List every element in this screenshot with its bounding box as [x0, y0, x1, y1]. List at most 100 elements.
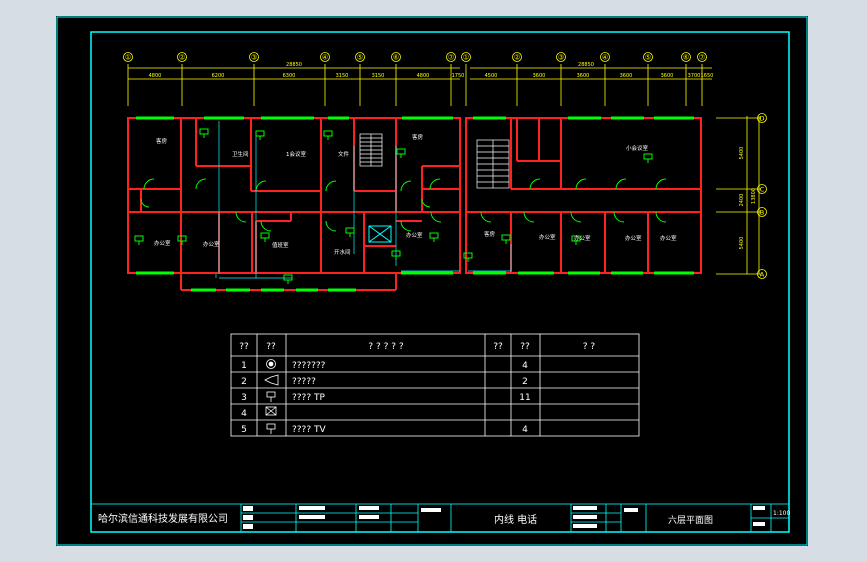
axis-label: ⑦ [448, 54, 454, 62]
dimension-label: 3600 [620, 73, 633, 79]
tv-outlet-icon [266, 423, 276, 434]
room-label: 客房 [156, 137, 168, 145]
room-label: 值班室 [272, 241, 289, 249]
axis-label: ⑥ [683, 54, 689, 62]
axis-bubble: ② [512, 52, 522, 62]
legend-row-count: 11 [519, 393, 530, 403]
legend-row-number: 4 [241, 409, 247, 419]
dimension-label: 3700 [688, 73, 701, 79]
dimension-total-left: 28850 [286, 62, 302, 68]
legend-row-count: 2 [522, 377, 528, 387]
axis-bubbles-top: ① ② ③ ④ ⑤ ⑥ ⑦ ① ② ③ ④ ⑤ ⑥ ⑦ [123, 52, 707, 62]
axis-bubble: ② [177, 52, 187, 62]
dimension-label: 4500 [485, 73, 498, 79]
room-label: 办公室 [539, 233, 556, 241]
legend-row-number: 1 [241, 361, 247, 371]
axis-label: ① [125, 54, 131, 62]
axis-bubble: ⑦ [446, 52, 456, 62]
legend-header: ? ? [583, 342, 596, 352]
axis-bubble: ① [123, 52, 133, 62]
legend-header: ?? [493, 342, 503, 352]
legend-header: ?? [239, 342, 249, 352]
floor-plan-drawing: ① ② ③ ④ ⑤ ⑥ ⑦ ① ② ③ ④ ⑤ ⑥ ⑦ D C B A 28850 28850 4800 6200 63… [56, 16, 808, 546]
legend-row-name: ???? TV [292, 425, 326, 435]
legend-header: ?? [520, 342, 530, 352]
right-wiring [468, 244, 512, 272]
axis-bubble: ③ [556, 52, 566, 62]
legend-row-number: 3 [241, 393, 247, 403]
room-label: 客房 [412, 133, 424, 141]
legend-row-count: 4 [522, 425, 528, 435]
left-windows [136, 116, 453, 292]
dimension-label: 1750 [452, 73, 465, 79]
axis-bubble: ④ [600, 52, 610, 62]
dimension-label: 1650 [701, 73, 714, 79]
speaker-icon [266, 359, 276, 369]
axis-label: A [760, 271, 765, 279]
legend-row-number: 2 [241, 377, 247, 387]
right-building-walls [465, 117, 702, 274]
dimension-label: 3150 [336, 73, 349, 79]
dimension-label: 4800 [417, 73, 430, 79]
axis-label: B [760, 209, 764, 217]
axis-label: C [760, 186, 765, 194]
dimension-label: 5400 [739, 147, 745, 160]
legend-header: ? ? ? ? ? [368, 342, 404, 352]
legend-row-name: ????? [292, 377, 316, 387]
company-name: 哈尔滨信通科技发展有限公司 [98, 512, 228, 525]
legend-header: ?? [266, 342, 276, 352]
legend-row-name: ??????? [292, 361, 326, 371]
axis-label: ② [514, 54, 520, 62]
axis-bubble: ⑦ [697, 52, 707, 62]
junction-box-icon [265, 406, 277, 416]
sheet-name: 六层平面图 [668, 514, 713, 526]
scale-value: 1:100 [773, 510, 790, 517]
dimension-label: 3600 [661, 73, 674, 79]
dimension-label: 6200 [212, 73, 225, 79]
axis-label: D [759, 115, 764, 123]
cad-viewport[interactable]: ① ② ③ ④ ⑤ ⑥ ⑦ ① ② ③ ④ ⑤ ⑥ ⑦ D C B A 28850 28850 4800 6200 63… [56, 16, 808, 546]
dimension-total-vertical: 13800 [751, 188, 757, 204]
legend-row-count: 4 [522, 361, 528, 371]
right-windows [473, 116, 694, 275]
axis-label: ④ [602, 54, 608, 62]
axis-label: ⑤ [357, 54, 363, 62]
room-label: 小会议室 [626, 144, 649, 152]
axis-label: ③ [558, 54, 564, 62]
axis-label: ② [179, 54, 185, 62]
dimension-label: 5400 [739, 237, 745, 250]
left-building-walls [127, 117, 461, 291]
inner-frame [90, 31, 790, 533]
drawing-name: 内线 电话 [494, 513, 537, 526]
room-label: 办公室 [660, 234, 677, 242]
room-labels: 客房卫生间 1会议室 文件客房小会议室办公室 办公室 值班室开水间办公室 客房 办公室 办公室… [154, 133, 677, 256]
axis-label: ③ [251, 54, 257, 62]
room-label: 办公室 [154, 239, 171, 247]
axis-bubble: ⑥ [681, 52, 691, 62]
axis-label: ⑤ [645, 54, 651, 62]
dimension-label: 3600 [533, 73, 546, 79]
axis-bubble: ⑤ [643, 52, 653, 62]
room-label: 客房 [484, 230, 496, 238]
room-label: 办公室 [574, 234, 591, 242]
horn-icon [264, 374, 279, 386]
dimension-lines [127, 64, 761, 275]
outer-frame [56, 16, 808, 546]
dimension-label: 3150 [372, 73, 385, 79]
right-stair [476, 139, 510, 189]
axis-bubble: ⑥ [391, 52, 401, 62]
room-label: 办公室 [625, 234, 642, 242]
axis-bubble: ③ [249, 52, 259, 62]
dimension-total-right: 28850 [578, 62, 594, 68]
axis-label: ⑥ [393, 54, 399, 62]
dimension-label: 3600 [577, 73, 590, 79]
axis-bubble: ④ [320, 52, 330, 62]
room-label: 办公室 [406, 231, 423, 239]
dimension-label: 4800 [149, 73, 162, 79]
axis-label: ① [463, 54, 469, 62]
room-label: 开水间 [334, 248, 351, 256]
axis-label: ④ [322, 54, 328, 62]
room-label: 1会议室 [286, 150, 306, 158]
room-label: 办公室 [203, 240, 220, 248]
dimension-label: 2400 [739, 194, 745, 207]
